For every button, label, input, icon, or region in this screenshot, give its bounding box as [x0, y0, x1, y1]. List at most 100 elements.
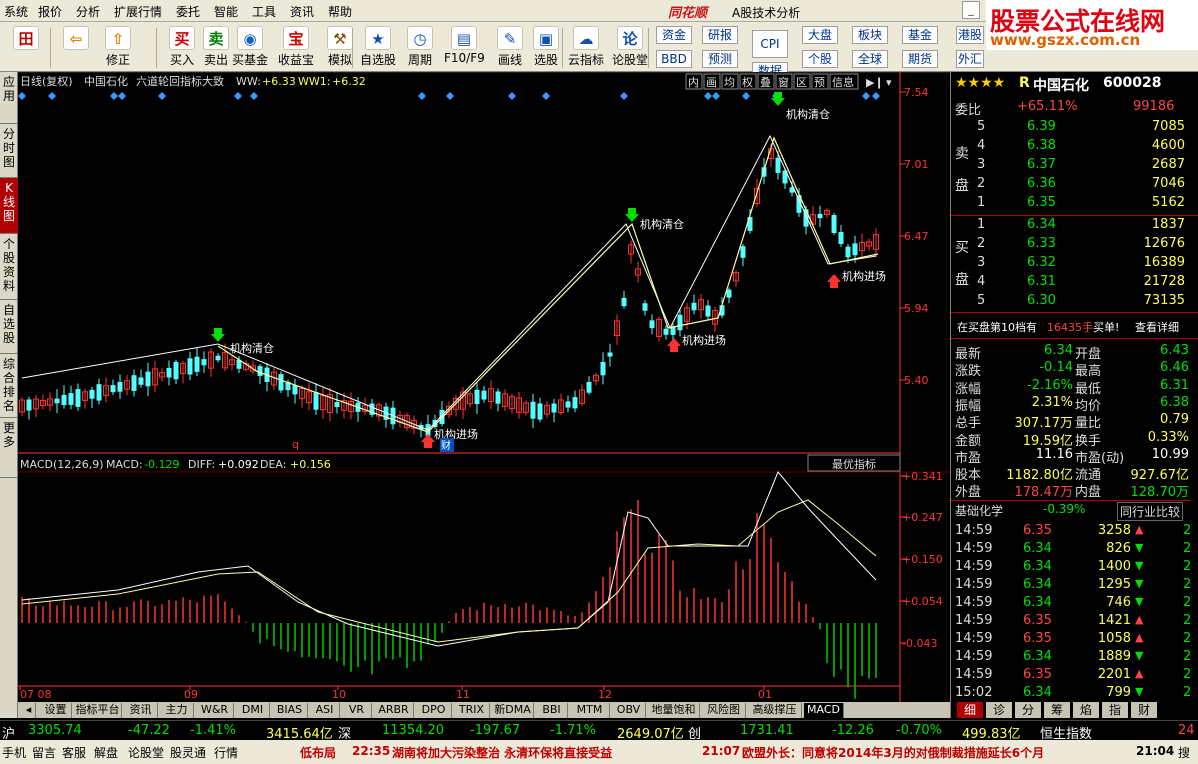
quote-tab-6[interactable]: 财	[1131, 702, 1157, 718]
small-button-2[interactable]: 大盘	[802, 26, 838, 44]
menu-item-trade[interactable]: 委托	[176, 3, 200, 20]
toolbar-button-8[interactable]: ★ 自选股	[358, 24, 398, 70]
bid-row[interactable]: 1 6.34 1837	[951, 216, 1191, 234]
toolbar-button-6[interactable]: 宝收益宝	[276, 24, 316, 70]
small-button-0[interactable]: 资金	[656, 26, 692, 44]
news-headline-2[interactable]: 欧盟外长：同意将2014年3月的对俄制裁措施延长6个月	[742, 744, 1044, 761]
chart-tool-button-0[interactable]: 内	[685, 73, 703, 90]
notice-detail-link[interactable]: 查看详细	[1135, 319, 1179, 335]
toolbar-button-14[interactable]: 论论股堂	[610, 24, 650, 70]
toolbar-button-10[interactable]: ▤ F10/F9	[444, 24, 485, 70]
chart-tool-button-5[interactable]: 窗	[775, 73, 793, 90]
small-button-6[interactable]: BBD	[656, 50, 692, 68]
quote-tab-3[interactable]: 筹	[1044, 702, 1070, 718]
finance-badge[interactable]: 财	[440, 438, 454, 452]
toolbar-button-5[interactable]: ◉ 买基金	[230, 24, 270, 70]
small-button-11[interactable]: 期货	[902, 50, 938, 68]
menu-item-quote[interactable]: 报价	[38, 3, 62, 20]
indicator-tab-15[interactable]: OBV	[612, 703, 646, 718]
small-button-10[interactable]: 全球	[852, 50, 888, 68]
indicator-tab-3[interactable]: 主力	[160, 703, 194, 718]
indicator-tab-5[interactable]: DMI	[236, 703, 270, 718]
industry-compare-button[interactable]: 同行业比较	[1117, 502, 1184, 521]
cy-value[interactable]: 1731.41	[740, 723, 794, 738]
left-tab-4[interactable]: 自选股	[0, 300, 18, 354]
indicator-tab-19[interactable]: MACD	[804, 703, 844, 718]
bid-row[interactable]: 2 6.33 12676	[951, 235, 1191, 253]
sh-value[interactable]: 3305.74	[28, 723, 82, 738]
chart-tool-button-6[interactable]: 区	[793, 73, 811, 90]
quote-tab-0[interactable]: 细	[957, 702, 983, 718]
indicator-tab-18[interactable]: 高级撑压	[748, 703, 802, 718]
small-button-5[interactable]: 港股	[956, 26, 984, 44]
toolbar-button-2[interactable]: ⇧ 修正	[98, 24, 138, 70]
indicator-tab-7[interactable]: ASI	[310, 703, 340, 718]
ask-row[interactable]: 5 6.39 7085	[951, 118, 1191, 136]
small-button-3[interactable]: 板块	[852, 26, 888, 44]
menu-item-news[interactable]: 资讯	[290, 3, 314, 20]
toolbar-button-0[interactable]: 田	[6, 24, 46, 70]
status-item-3[interactable]: 解盘	[94, 744, 118, 761]
menu-item-smart[interactable]: 智能	[214, 3, 238, 20]
ask-row[interactable]: 1 6.35 5162	[951, 194, 1191, 212]
indicator-tab-17[interactable]: 风险图	[702, 703, 746, 718]
kline-chart-area[interactable]: 日线(复权) 中国石化 六道轮回指标大致 WW: +6.33 WW1: +6.32 内画均权叠…	[18, 71, 950, 718]
indicator-tab-1[interactable]: 指标平台	[74, 703, 122, 718]
left-tab-6[interactable]: 更多	[0, 418, 18, 478]
indicator-tab-4[interactable]: W&R	[196, 703, 234, 718]
small-button-12[interactable]: 外汇	[956, 50, 984, 68]
indicator-tab-9[interactable]: ARBR	[374, 703, 414, 718]
indicator-tab-6[interactable]: BIAS	[272, 703, 308, 718]
indicator-tab-13[interactable]: BBI	[536, 703, 568, 718]
indicator-tab-14[interactable]: MTM	[570, 703, 610, 718]
menu-item-tools[interactable]: 工具	[252, 3, 276, 20]
chart-tool-button-4[interactable]: 叠	[757, 73, 775, 90]
toolbar-button-9[interactable]: ◷ 周期	[400, 24, 440, 70]
status-item-2[interactable]: 客服	[62, 744, 86, 761]
news-headline-1[interactable]: 湖南将加大污染整治 永清环保将直接受益	[392, 744, 612, 761]
small-button-1[interactable]: 研报	[702, 26, 738, 44]
chart-tool-button-1[interactable]: 画	[703, 73, 721, 90]
menu-item-help[interactable]: 帮助	[328, 3, 352, 20]
minimize-icon[interactable]: _	[962, 1, 980, 19]
menu-item-system[interactable]: 系统	[4, 3, 28, 20]
ask-row[interactable]: 4 6.38 4600	[951, 137, 1191, 155]
small-button-9[interactable]: 个股	[802, 50, 838, 68]
left-tab-3[interactable]: 个股资料	[0, 234, 18, 300]
chevron-down-icon[interactable]: ▾	[886, 76, 892, 89]
small-button-4[interactable]: 基金	[902, 26, 938, 44]
menu-item-extended[interactable]: 扩展行情	[114, 3, 162, 20]
ask-row[interactable]: 2 6.36 7046	[951, 175, 1191, 193]
ask-row[interactable]: 3 6.37 2687	[951, 156, 1191, 174]
quote-tab-2[interactable]: 分	[1015, 702, 1041, 718]
chart-tool-button-2[interactable]: 均	[721, 73, 739, 90]
toolbar-button-12[interactable]: ▣ 选股	[526, 24, 566, 70]
hs-value[interactable]: 24	[1178, 723, 1195, 738]
small-button-7[interactable]: 预测	[702, 50, 738, 68]
toolbar-button-11[interactable]: ✎ 画线	[490, 24, 530, 70]
quote-tab-4[interactable]: 焰	[1073, 702, 1099, 718]
sector-name[interactable]: 基础化学	[955, 502, 1003, 519]
toolbar-button-1[interactable]: ⇦	[56, 24, 96, 70]
sz-value[interactable]: 11354.20	[382, 723, 444, 738]
bid-row[interactable]: 5 6.30 73135	[951, 292, 1191, 310]
kline-chart-svg[interactable]: 日线(复权) 中国石化 六道轮回指标大致 WW: +6.33 WW1: +6.32 内画均权叠…	[18, 71, 950, 718]
indicator-tab-10[interactable]: DPO	[416, 703, 452, 718]
chart-tool-button-3[interactable]: 权	[739, 73, 757, 90]
indicator-tab-8[interactable]: VR	[342, 703, 372, 718]
status-item-0[interactable]: 手机	[2, 744, 26, 761]
toolbar-button-7[interactable]: ⚒ 模拟	[320, 24, 360, 70]
tab-nav-left-icon[interactable]: ◂	[22, 703, 36, 718]
bid-row[interactable]: 4 6.31 21728	[951, 273, 1191, 291]
best-indicator-button[interactable]: 最优指标	[807, 454, 901, 472]
indicator-tab-2[interactable]: 资讯	[124, 703, 158, 718]
left-tab-2[interactable]: K线图	[0, 178, 18, 234]
layout-label[interactable]: 低布局	[300, 744, 336, 761]
search-icon[interactable]: 搜	[1178, 744, 1190, 761]
cpi-button[interactable]: CPI	[752, 30, 788, 58]
bid-row[interactable]: 3 6.32 16389	[951, 254, 1191, 272]
left-tab-1[interactable]: 分时图	[0, 124, 18, 178]
indicator-tab-12[interactable]: 新DMA	[492, 703, 534, 718]
indicator-tab-16[interactable]: 地量饱和	[648, 703, 700, 718]
play-icon[interactable]: ▶❙	[866, 76, 884, 89]
